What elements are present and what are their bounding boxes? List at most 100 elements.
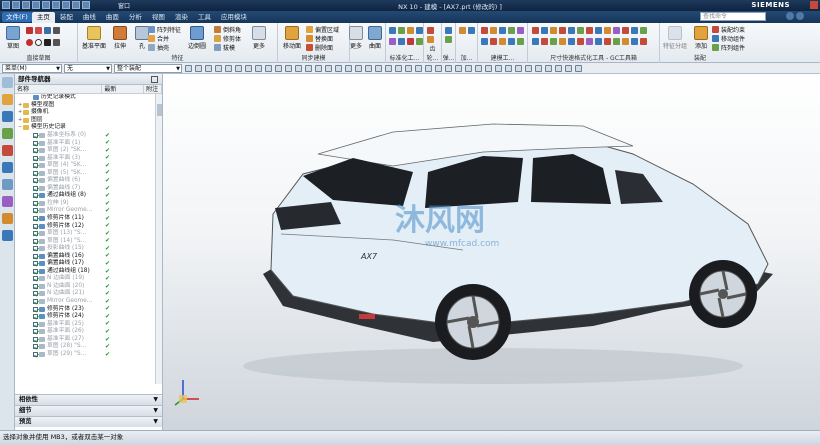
dim-icon[interactable]	[631, 38, 638, 45]
tool-icon[interactable]	[398, 38, 405, 45]
tree-row[interactable]: 偏置曲线 (6) ✔	[15, 177, 155, 185]
trim-body-button[interactable]: 修剪体	[214, 34, 241, 43]
visibility-checkbox[interactable]	[33, 178, 38, 184]
snap-icon[interactable]	[405, 65, 412, 72]
visibility-checkbox[interactable]	[33, 231, 38, 237]
dim-icon[interactable]	[550, 38, 557, 45]
snap-icon[interactable]	[475, 65, 482, 72]
visibility-checkbox[interactable]	[33, 246, 38, 252]
tree-row[interactable]: 基准平面 (26) ✔	[15, 328, 155, 336]
unite-button[interactable]: 合并	[148, 34, 169, 43]
dim-icon[interactable]	[577, 27, 584, 34]
dim-icon[interactable]	[622, 27, 629, 34]
visibility-checkbox[interactable]	[33, 133, 38, 138]
reuse-library-icon[interactable]	[2, 145, 13, 156]
cut-icon[interactable]	[32, 1, 40, 9]
visibility-checkbox[interactable]	[33, 351, 38, 357]
tab-tools[interactable]: 工具	[193, 12, 216, 23]
snap-icon[interactable]	[505, 65, 512, 72]
visibility-checkbox[interactable]	[33, 238, 38, 244]
dropdown-icon[interactable]	[53, 39, 60, 46]
tab-surface[interactable]: 曲面	[101, 12, 124, 23]
history-icon[interactable]	[2, 179, 13, 190]
tool-icon[interactable]	[481, 38, 488, 45]
snap-icon[interactable]	[295, 65, 302, 72]
tool-icon[interactable]	[508, 38, 515, 45]
snap-icon[interactable]	[575, 65, 582, 72]
snap-icon[interactable]	[195, 65, 202, 72]
constraint-navigator-icon[interactable]	[2, 128, 13, 139]
mold-icon[interactable]	[459, 27, 466, 34]
redo-icon[interactable]	[22, 1, 30, 9]
part-navigator-icon[interactable]	[2, 94, 13, 105]
edge-blend-button[interactable]: 边倒圆	[184, 26, 210, 50]
type-filter-select[interactable]: 无 ▼	[64, 64, 112, 73]
tab-view[interactable]: 视图	[147, 12, 170, 23]
array-feature-button[interactable]: 阵列特征	[148, 25, 181, 34]
snap-icon[interactable]	[345, 65, 352, 72]
arc-icon[interactable]	[26, 39, 33, 46]
tree-row[interactable]: 基准平面 (3) ✔	[15, 154, 155, 162]
visibility-checkbox[interactable]	[33, 216, 38, 222]
snap-icon[interactable]	[425, 65, 432, 72]
snap-icon[interactable]	[325, 65, 332, 72]
visibility-checkbox[interactable]	[33, 306, 38, 312]
snap-icon[interactable]	[225, 65, 232, 72]
tool-icon[interactable]	[398, 27, 405, 34]
more-curves-icon[interactable]	[53, 27, 60, 34]
snap-icon[interactable]	[245, 65, 252, 72]
pattern-component-button[interactable]: 阵列组件	[712, 43, 745, 52]
column-comment[interactable]: 附注	[144, 85, 162, 93]
snap-icon[interactable]	[455, 65, 462, 72]
tab-applications[interactable]: 应用模块	[216, 12, 252, 23]
command-search-input[interactable]: 查找命令	[700, 12, 766, 21]
tree-row[interactable]: + 模型视图	[15, 102, 155, 110]
visibility-checkbox[interactable]	[33, 253, 38, 259]
feature-group-button[interactable]: 特征分组	[662, 26, 688, 50]
tree-row[interactable]: 投影曲线 (15) ✔	[15, 245, 155, 253]
close-icon[interactable]	[810, 1, 818, 9]
line-icon[interactable]	[44, 27, 51, 34]
tree-row[interactable]: 草图 (28) "S... ✔	[15, 343, 155, 351]
dim-icon[interactable]	[586, 27, 593, 34]
repeat-icon[interactable]	[62, 1, 70, 9]
dim-icon[interactable]	[568, 38, 575, 45]
snap-icon[interactable]	[185, 65, 192, 72]
dim-icon[interactable]	[541, 38, 548, 45]
tree-row[interactable]: Mirror Geome... ✔	[15, 298, 155, 306]
visibility-checkbox[interactable]	[33, 291, 38, 297]
visibility-checkbox[interactable]	[33, 223, 38, 229]
visibility-checkbox[interactable]	[33, 329, 38, 335]
copy-icon[interactable]	[42, 1, 50, 9]
tool-icon[interactable]	[389, 27, 396, 34]
system-materials-icon[interactable]	[2, 196, 13, 207]
dim-icon[interactable]	[532, 27, 539, 34]
undo-icon[interactable]	[12, 1, 20, 9]
dim-icon[interactable]	[595, 38, 602, 45]
tab-analysis[interactable]: 分析	[124, 12, 147, 23]
scrollbar-thumb[interactable]	[157, 104, 162, 116]
snap-icon[interactable]	[205, 65, 212, 72]
tool-icon[interactable]	[499, 38, 506, 45]
tool-icon[interactable]	[517, 38, 524, 45]
tree-row[interactable]: 草图 (29) "S... ✔	[15, 351, 155, 359]
tree-row[interactable]: Mirror Geome... ✔	[15, 207, 155, 215]
visibility-checkbox[interactable]	[33, 261, 38, 267]
visibility-checkbox[interactable]	[33, 163, 38, 169]
panel-dependencies[interactable]: 相依性 ▼	[15, 394, 162, 405]
menu-dropdown[interactable]: 菜单(M) ▼	[2, 64, 62, 73]
mold-icon[interactable]	[468, 27, 475, 34]
dim-icon[interactable]	[631, 27, 638, 34]
visibility-checkbox[interactable]	[33, 321, 38, 327]
move-face-button[interactable]: 移动面	[280, 26, 304, 50]
dim-icon[interactable]	[613, 38, 620, 45]
touch-mode-icon[interactable]	[72, 1, 80, 9]
snap-icon[interactable]	[315, 65, 322, 72]
tree-row[interactable]: 偏置曲线 (7) ✔	[15, 185, 155, 193]
tree-row[interactable]: 偏置曲线 (16) ✔	[15, 252, 155, 260]
visibility-checkbox[interactable]	[33, 200, 38, 206]
tab-curve[interactable]: 曲线	[78, 12, 101, 23]
tree-row[interactable]: 修剪片体 (12) ✔	[15, 222, 155, 230]
visibility-checkbox[interactable]	[33, 336, 38, 342]
dim-icon[interactable]	[577, 38, 584, 45]
